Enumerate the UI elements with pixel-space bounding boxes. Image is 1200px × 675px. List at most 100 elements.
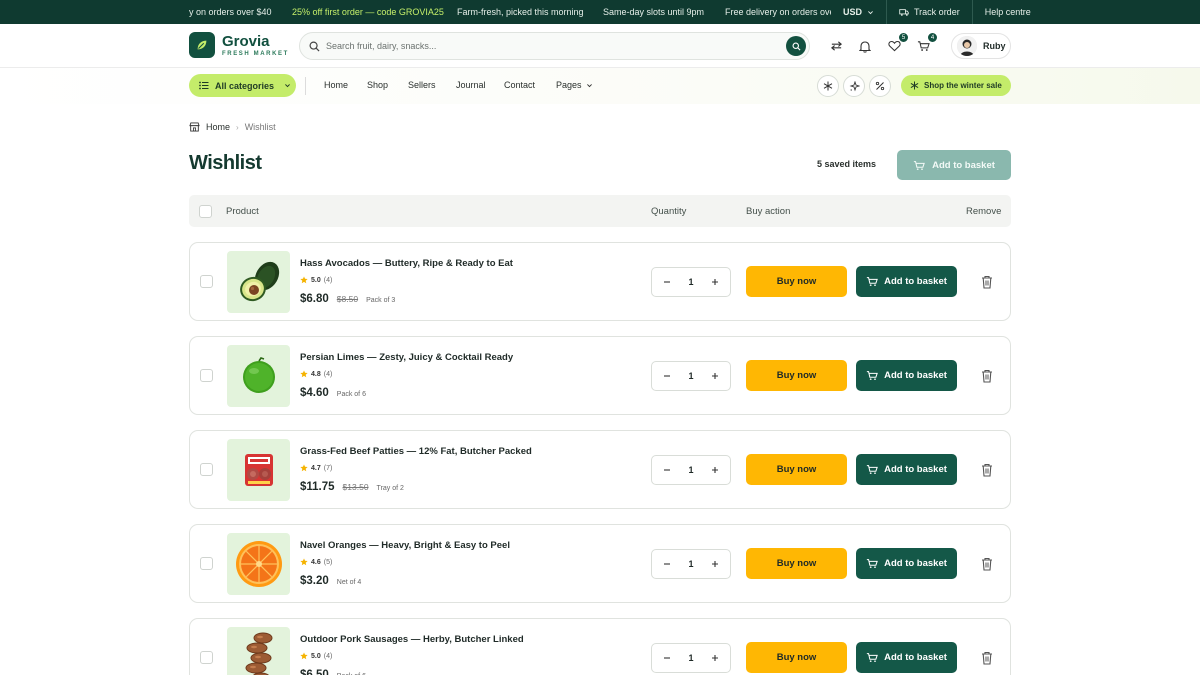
add-to-basket-button[interactable]: Add to basket	[856, 266, 957, 297]
deals-button[interactable]	[869, 75, 891, 97]
product-image[interactable]	[227, 345, 290, 407]
cart-icon	[913, 160, 925, 170]
product-name[interactable]: Grass-Fed Beef Patties — 12% Fat, Butche…	[300, 446, 532, 457]
chevron-down-icon	[586, 83, 592, 87]
add-to-basket-button[interactable]: Add to basket	[856, 360, 957, 391]
add-to-basket-button[interactable]: Add to basket	[856, 548, 957, 579]
select-all-checkbox[interactable]	[199, 205, 212, 218]
add-to-basket-label: Add to basket	[884, 652, 947, 663]
snowflake-button[interactable]	[817, 75, 839, 97]
nav-link-shop[interactable]: Shop	[367, 80, 388, 90]
wishlist-row: Outdoor Pork Sausages — Herby, Butcher L…	[189, 618, 1011, 675]
wishlist-row: Grass-Fed Beef Patties — 12% Fat, Butche…	[189, 430, 1011, 509]
row-select-checkbox[interactable]	[200, 651, 213, 664]
decrease-quantity-button[interactable]	[661, 370, 673, 382]
breadcrumb-home[interactable]: Home	[206, 122, 230, 132]
remove-item-button[interactable]	[981, 650, 995, 666]
quantity-value[interactable]: 1	[688, 465, 693, 475]
promo-bar: y on orders over $40 25% off first order…	[0, 0, 1200, 24]
nav-divider	[305, 77, 306, 95]
product-name[interactable]: Hass Avocados — Buttery, Ripe & Ready to…	[300, 258, 513, 269]
buy-now-button[interactable]: Buy now	[746, 642, 847, 673]
increase-quantity-button[interactable]	[709, 276, 721, 288]
add-all-to-basket-button[interactable]: Add to basket	[897, 150, 1011, 180]
cart-icon	[866, 559, 878, 569]
track-order-link[interactable]: Track order	[886, 0, 972, 24]
row-select-checkbox[interactable]	[200, 275, 213, 288]
buy-now-button[interactable]: Buy now	[746, 548, 847, 579]
remove-item-button[interactable]	[981, 462, 995, 478]
remove-item-button[interactable]	[981, 274, 995, 290]
winter-sale-label: Shop the winter sale	[924, 81, 1002, 90]
currency-selector[interactable]: USD	[831, 0, 886, 24]
quantity-value[interactable]: 1	[688, 371, 693, 381]
quantity-value[interactable]: 1	[688, 277, 693, 287]
product-name[interactable]: Persian Limes — Zesty, Juicy & Cocktail …	[300, 352, 513, 363]
nav-link-pages[interactable]: Pages	[556, 80, 593, 90]
review-count: (7)	[323, 464, 333, 472]
buy-now-button[interactable]: Buy now	[746, 266, 847, 297]
add-to-basket-label: Add to basket	[884, 370, 947, 381]
product-name[interactable]: Navel Oranges — Heavy, Bright & Easy to …	[300, 540, 510, 551]
row-select-checkbox[interactable]	[200, 463, 213, 476]
help-centre-link[interactable]: Help centre	[971, 0, 1043, 24]
increase-quantity-button[interactable]	[709, 370, 721, 382]
avocado-icon	[239, 261, 279, 302]
increase-quantity-button[interactable]	[709, 464, 721, 476]
review-count: (4)	[323, 276, 333, 284]
search-input[interactable]	[326, 41, 756, 51]
search-icon	[309, 41, 320, 52]
add-all-to-basket-label: Add to basket	[932, 159, 995, 171]
decrease-quantity-button[interactable]	[661, 652, 673, 664]
winter-sale-button[interactable]: Shop the winter sale	[901, 75, 1011, 96]
minus-icon	[664, 375, 670, 377]
nav-link-sellers[interactable]: Sellers	[408, 80, 436, 90]
all-categories-button[interactable]: All categories	[189, 74, 296, 97]
minus-icon	[664, 469, 670, 471]
remove-item-button[interactable]	[981, 556, 995, 572]
cart-count-badge: 4	[927, 32, 938, 43]
wishlist-button[interactable]: 5	[886, 32, 909, 54]
decrease-quantity-button[interactable]	[661, 558, 673, 570]
trash-icon	[982, 463, 992, 477]
product-price: $6.80	[300, 293, 329, 305]
wishlist-count-badge: 5	[898, 32, 909, 43]
pack-size: Tray of 2	[376, 485, 404, 492]
price-line: $6.80 $8.50 Pack of 3	[300, 293, 395, 305]
sparkle-button[interactable]	[843, 75, 865, 97]
buy-now-button[interactable]: Buy now	[746, 454, 847, 485]
brand-logo[interactable]: Grovia FRESH MARKET	[189, 32, 289, 58]
compare-button[interactable]	[828, 38, 844, 54]
decrease-quantity-button[interactable]	[661, 464, 673, 476]
plus-icon	[711, 467, 718, 473]
quantity-value[interactable]: 1	[688, 653, 693, 663]
brand-name: Grovia	[222, 32, 270, 50]
buy-now-button[interactable]: Buy now	[746, 360, 847, 391]
store-icon	[189, 122, 200, 132]
search-submit-button[interactable]	[786, 36, 806, 56]
quantity-stepper: 1	[651, 455, 731, 485]
increase-quantity-button[interactable]	[709, 652, 721, 664]
product-image[interactable]	[227, 439, 290, 501]
increase-quantity-button[interactable]	[709, 558, 721, 570]
product-image[interactable]	[227, 533, 290, 595]
notifications-button[interactable]	[857, 38, 873, 54]
add-to-basket-button[interactable]: Add to basket	[856, 642, 957, 673]
remove-item-button[interactable]	[981, 368, 995, 384]
product-image[interactable]	[227, 627, 290, 675]
search-icon	[791, 41, 800, 50]
quantity-value[interactable]: 1	[688, 559, 693, 569]
nav-link-contact[interactable]: Contact	[504, 80, 535, 90]
product-image[interactable]	[227, 251, 290, 313]
nav-link-journal[interactable]: Journal	[456, 80, 486, 90]
row-select-checkbox[interactable]	[200, 557, 213, 570]
row-select-checkbox[interactable]	[200, 369, 213, 382]
add-to-basket-button[interactable]: Add to basket	[856, 454, 957, 485]
product-name[interactable]: Outdoor Pork Sausages — Herby, Butcher L…	[300, 634, 524, 645]
user-menu[interactable]: Ruby	[951, 33, 1011, 59]
decrease-quantity-button[interactable]	[661, 276, 673, 288]
cart-icon	[866, 653, 878, 663]
pack-size: Pack of 6	[336, 391, 366, 398]
nav-link-home[interactable]: Home	[324, 80, 348, 90]
cart-button[interactable]: 4	[915, 32, 938, 54]
